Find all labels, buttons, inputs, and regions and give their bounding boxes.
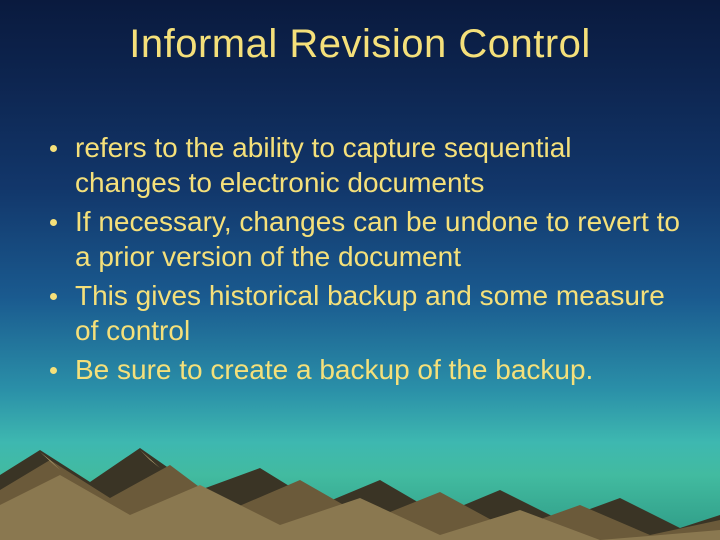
bullet-item: This gives historical backup and some me… [40, 278, 680, 348]
mountains-decoration-icon [0, 420, 720, 540]
slide-body: refers to the ability to capture sequent… [40, 130, 680, 391]
bullet-dot-icon [50, 367, 57, 374]
bullet-dot-icon [50, 293, 57, 300]
bullet-dot-icon [50, 219, 57, 226]
bullet-dot-icon [50, 145, 57, 152]
bullet-text: refers to the ability to capture sequent… [75, 130, 680, 200]
bullet-text: Be sure to create a backup of the backup… [75, 352, 593, 387]
bullet-text: If necessary, changes can be undone to r… [75, 204, 680, 274]
bullet-item: Be sure to create a backup of the backup… [40, 352, 680, 387]
slide: Informal Revision Control refers to the … [0, 0, 720, 540]
bullet-item: If necessary, changes can be undone to r… [40, 204, 680, 274]
bullet-text: This gives historical backup and some me… [75, 278, 680, 348]
slide-title: Informal Revision Control [0, 22, 720, 67]
bullet-item: refers to the ability to capture sequent… [40, 130, 680, 200]
